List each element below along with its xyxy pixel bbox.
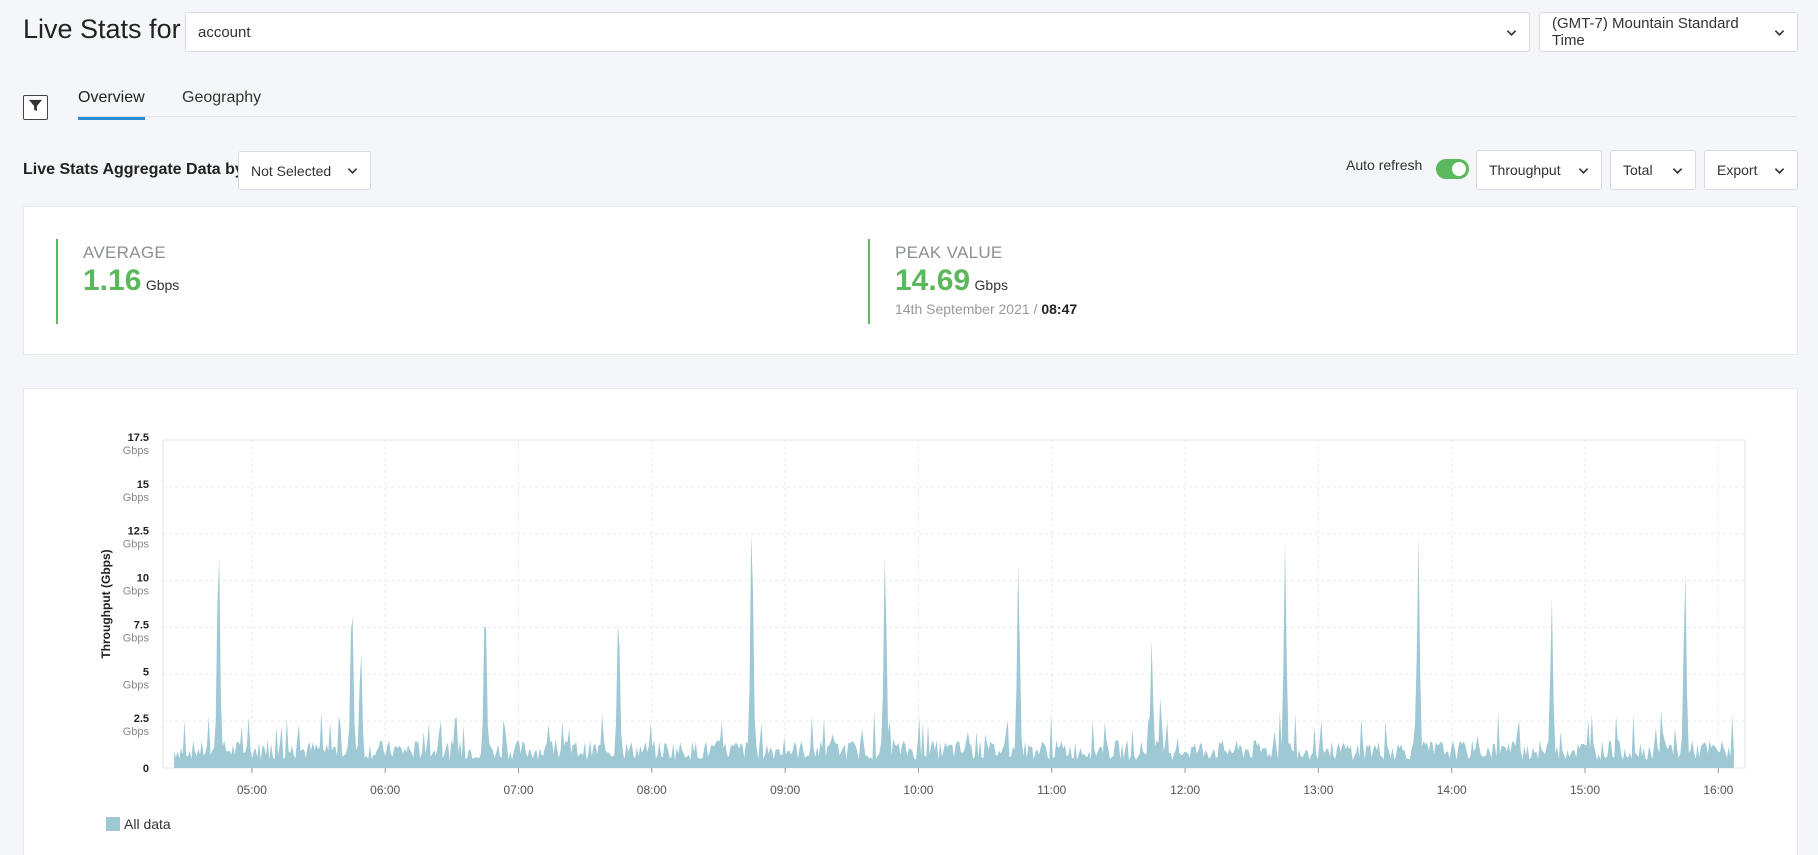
throughput-chart: 02.5Gbps5Gbps7.5Gbps10Gbps12.5Gbps15Gbps… xyxy=(99,432,1746,797)
plot-frame xyxy=(162,439,1746,769)
x-tick-label: 07:00 xyxy=(503,783,533,797)
y-tick-label: 17.5 xyxy=(128,432,149,444)
x-tick-label: 08:00 xyxy=(637,783,667,797)
x-tick-label: 15:00 xyxy=(1570,783,1600,797)
x-tick-label: 09:00 xyxy=(770,783,800,797)
y-tick-unit: Gbps xyxy=(123,492,150,504)
y-tick-label: 12.5 xyxy=(128,526,149,538)
legend-item-all-data[interactable]: All data xyxy=(106,816,171,832)
x-tick-label: 16:00 xyxy=(1703,783,1733,797)
y-tick-label: 5 xyxy=(143,666,149,678)
x-tick-label: 05:00 xyxy=(237,783,267,797)
y-tick-label: 2.5 xyxy=(134,713,149,725)
x-tick-label: 12:00 xyxy=(1170,783,1200,797)
y-tick-label: 10 xyxy=(137,573,149,585)
y-axis-title: Throughput (Gbps) xyxy=(99,549,113,658)
x-tick-label: 10:00 xyxy=(903,783,933,797)
y-tick-label: 0 xyxy=(143,763,149,775)
y-tick-unit: Gbps xyxy=(123,726,150,738)
legend-label: All data xyxy=(124,816,171,832)
y-tick-label: 15 xyxy=(137,479,149,491)
y-tick-unit: Gbps xyxy=(123,679,150,691)
series-area-all-data xyxy=(174,533,1734,768)
y-tick-label: 7.5 xyxy=(134,619,149,631)
y-tick-unit: Gbps xyxy=(123,539,150,551)
y-tick-unit: Gbps xyxy=(123,632,150,644)
y-tick-unit: Gbps xyxy=(123,445,150,457)
y-tick-unit: Gbps xyxy=(123,586,150,598)
x-tick-label: 14:00 xyxy=(1437,783,1467,797)
x-tick-label: 11:00 xyxy=(1037,783,1066,797)
x-tick-label: 13:00 xyxy=(1303,783,1333,797)
x-tick-label: 06:00 xyxy=(370,783,400,797)
legend-swatch xyxy=(106,817,120,831)
